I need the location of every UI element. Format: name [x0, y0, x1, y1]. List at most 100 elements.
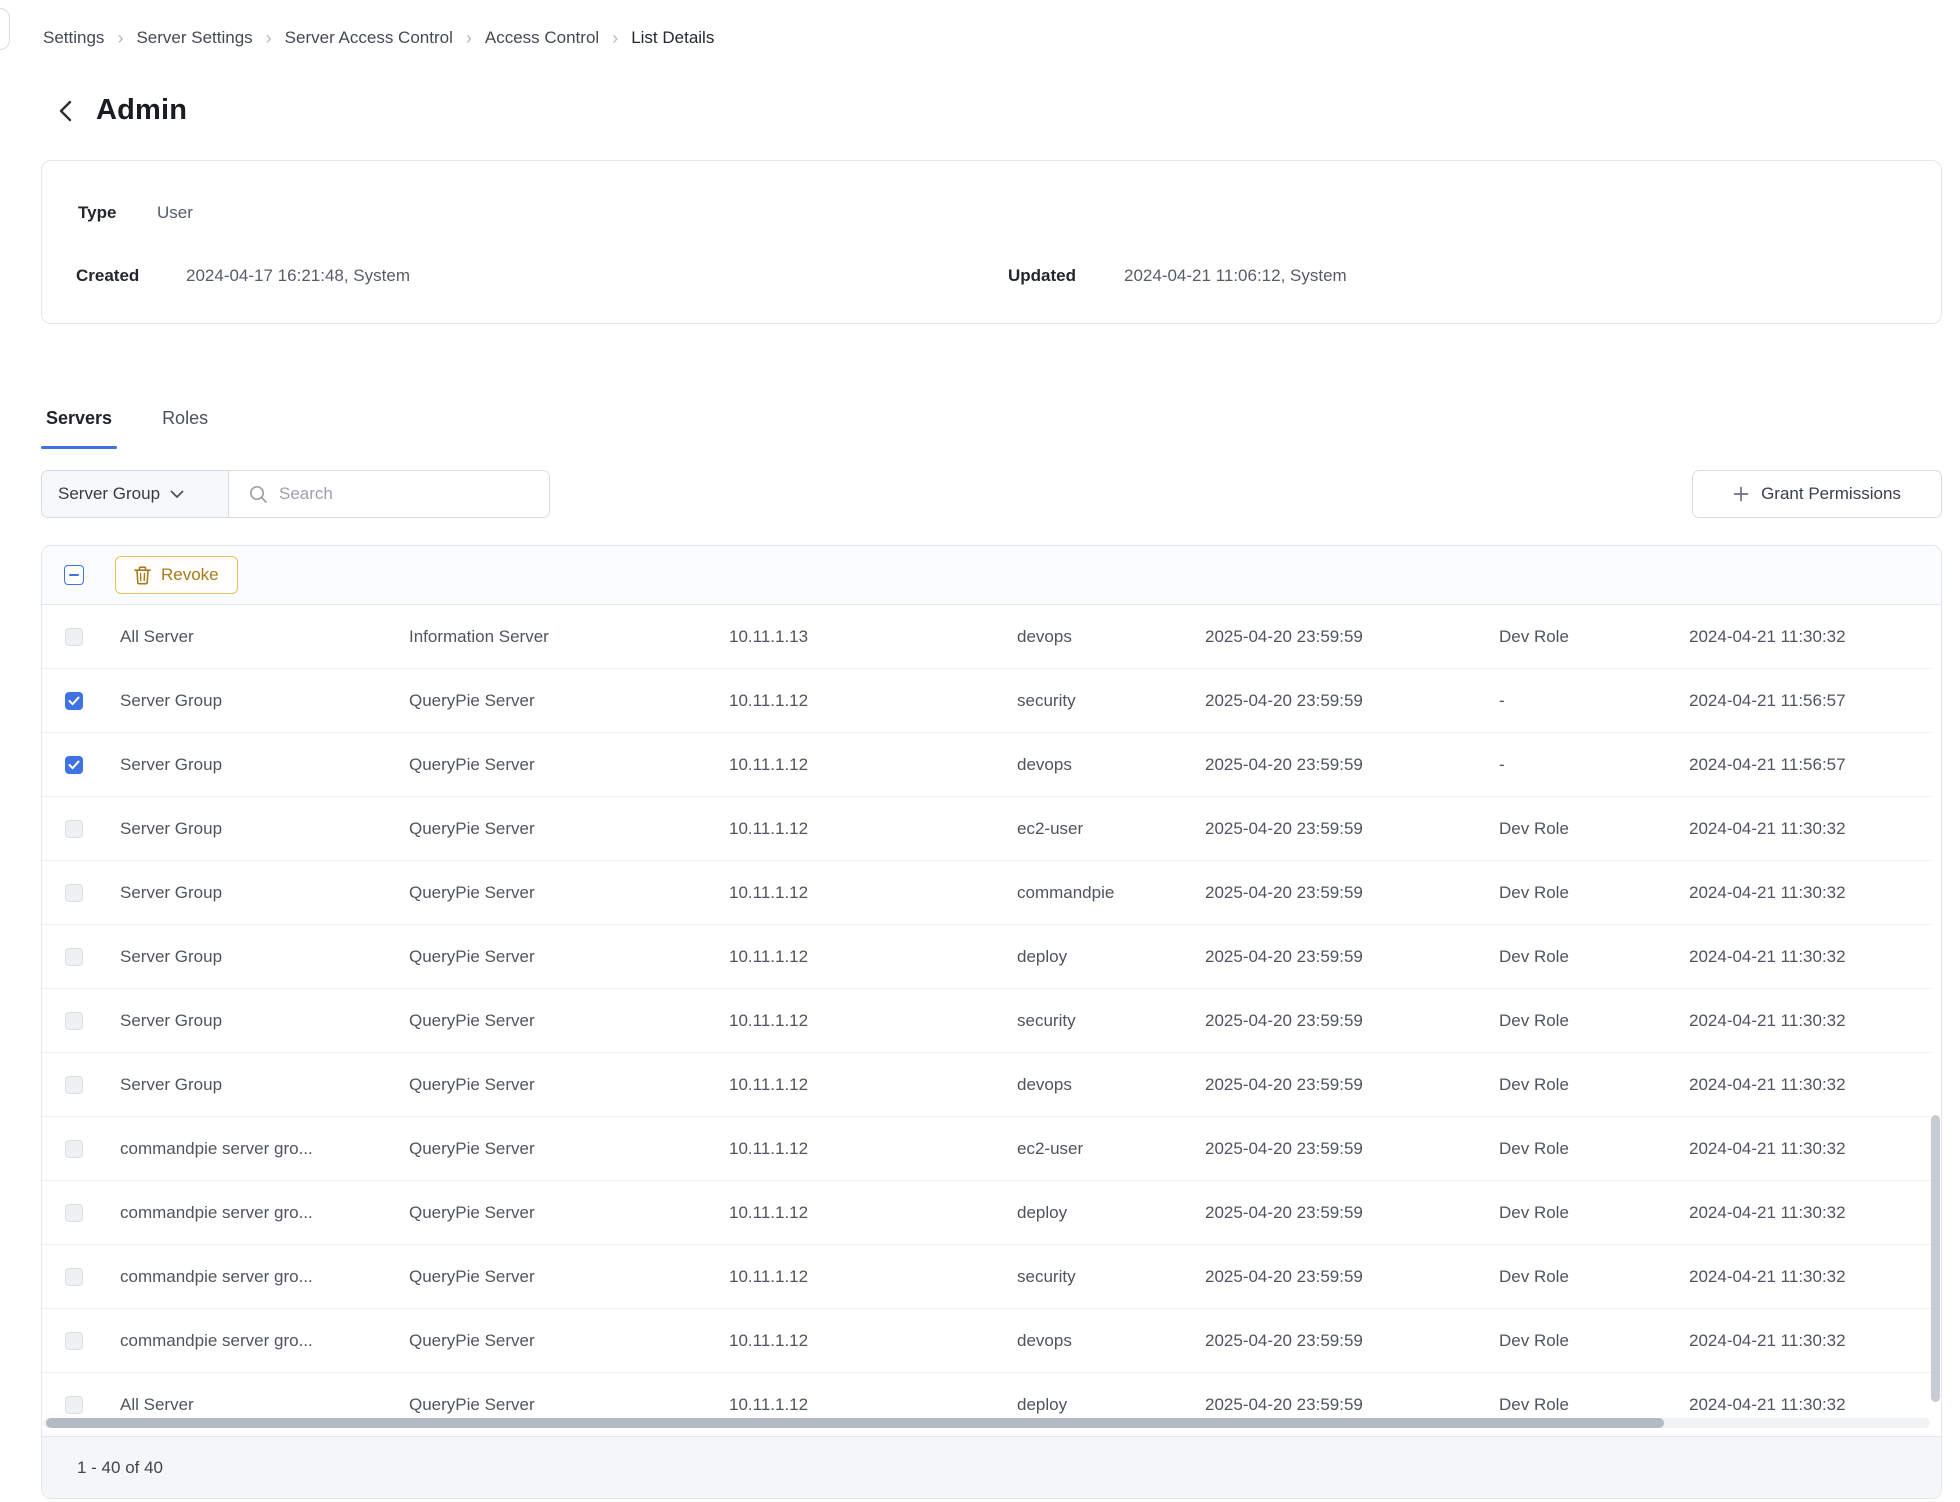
cell-granted-date: 2024-04-21 11:30:32 [1677, 883, 1920, 903]
cell-granted-date: 2024-04-21 11:30:32 [1677, 1139, 1920, 1159]
select-all-checkbox[interactable] [64, 565, 84, 585]
cell-account-user: ec2-user [1005, 1139, 1193, 1159]
table-row[interactable]: Server Group QueryPie Server 10.11.1.12 … [42, 669, 1931, 733]
back-button[interactable] [52, 98, 78, 124]
table-row[interactable]: Server Group QueryPie Server 10.11.1.12 … [42, 989, 1931, 1053]
drawer-edge-tab[interactable] [0, 8, 10, 50]
cell-account-user: devops [1005, 627, 1193, 647]
table-row[interactable]: Server Group QueryPie Server 10.11.1.12 … [42, 861, 1931, 925]
cell-granted-date: 2024-04-21 11:30:32 [1677, 1267, 1920, 1287]
cell-server-name: QueryPie Server [397, 1395, 717, 1415]
horizontal-scrollbar-thumb[interactable] [46, 1418, 1664, 1428]
search-input[interactable] [279, 484, 535, 504]
breadcrumb-separator-icon: › [466, 29, 472, 47]
cell-ip-address: 10.11.1.12 [717, 1395, 1005, 1415]
tab-servers[interactable]: Servers [41, 404, 117, 449]
breadcrumb-item-server-access-control[interactable]: Server Access Control [285, 28, 453, 48]
cell-server-name: QueryPie Server [397, 1203, 717, 1223]
row-checkbox[interactable] [65, 1076, 83, 1094]
cell-ip-address: 10.11.1.12 [717, 1331, 1005, 1351]
row-checkbox[interactable] [65, 1012, 83, 1030]
row-checkbox[interactable] [65, 884, 83, 902]
cell-server-name: QueryPie Server [397, 1011, 717, 1031]
breadcrumb-item-list-details: List Details [631, 28, 714, 48]
row-checkbox[interactable] [65, 756, 83, 774]
revoke-button[interactable]: Revoke [115, 556, 238, 594]
revoke-label: Revoke [161, 565, 219, 585]
table-row[interactable]: Server Group QueryPie Server 10.11.1.12 … [42, 1053, 1931, 1117]
cell-group-name: commandpie server gro... [106, 1267, 397, 1287]
table-row[interactable]: Server Group QueryPie Server 10.11.1.12 … [42, 925, 1931, 989]
horizontal-scrollbar-track[interactable] [43, 1418, 1930, 1428]
cell-role: Dev Role [1487, 627, 1677, 647]
row-checkbox[interactable] [65, 692, 83, 710]
row-checkbox[interactable] [65, 1204, 83, 1222]
cell-granted-date: 2024-04-21 11:56:57 [1677, 755, 1920, 775]
row-checkbox[interactable] [65, 1140, 83, 1158]
tab-roles-label: Roles [162, 408, 208, 428]
cell-account-user: security [1005, 691, 1193, 711]
cell-granted-date: 2024-04-21 11:30:32 [1677, 1395, 1920, 1415]
cell-ip-address: 10.11.1.12 [717, 755, 1005, 775]
cell-server-name: QueryPie Server [397, 755, 717, 775]
cell-role: Dev Role [1487, 947, 1677, 967]
cell-ip-address: 10.11.1.12 [717, 947, 1005, 967]
updated-label: Updated [1008, 266, 1076, 286]
search-box [229, 471, 549, 517]
cell-account-user: deploy [1005, 1203, 1193, 1223]
updated-value: 2024-04-21 11:06:12, System [1124, 266, 1347, 286]
cell-expiry-date: 2025-04-20 23:59:59 [1193, 1075, 1487, 1095]
cell-server-name: QueryPie Server [397, 1139, 717, 1159]
cell-role: - [1487, 755, 1677, 775]
row-checkbox[interactable] [65, 1332, 83, 1350]
permissions-table: Revoke All Server Information Server 10.… [41, 545, 1942, 1499]
breadcrumb-separator-icon: › [266, 29, 272, 47]
search-icon [249, 485, 268, 504]
page-title: Admin [96, 94, 187, 127]
plus-icon [1733, 486, 1749, 502]
summary-card: Type User Created 2024-04-17 16:21:48, S… [41, 160, 1942, 324]
table-row[interactable]: commandpie server gro... QueryPie Server… [42, 1245, 1931, 1309]
chevron-left-icon [58, 99, 73, 123]
cell-account-user: ec2-user [1005, 819, 1193, 839]
table-row[interactable]: Server Group QueryPie Server 10.11.1.12 … [42, 733, 1931, 797]
table-row[interactable]: All Server Information Server 10.11.1.13… [42, 605, 1931, 669]
breadcrumb-separator-icon: › [117, 29, 123, 47]
cell-granted-date: 2024-04-21 11:30:32 [1677, 947, 1920, 967]
vertical-scrollbar-thumb[interactable] [1931, 1115, 1940, 1402]
cell-role: Dev Role [1487, 1395, 1677, 1415]
breadcrumb-item-access-control[interactable]: Access Control [485, 28, 599, 48]
cell-expiry-date: 2025-04-20 23:59:59 [1193, 819, 1487, 839]
title-row: Admin [52, 94, 187, 127]
table-row[interactable]: Server Group QueryPie Server 10.11.1.12 … [42, 797, 1931, 861]
created-label: Created [76, 266, 139, 286]
row-checkbox[interactable] [65, 1268, 83, 1286]
tab-roles[interactable]: Roles [157, 404, 213, 449]
row-checkbox[interactable] [65, 1396, 83, 1414]
breadcrumb-item-settings[interactable]: Settings [43, 28, 104, 48]
cell-ip-address: 10.11.1.12 [717, 883, 1005, 903]
list-details-page: Settings › Server Settings › Server Acce… [0, 0, 1960, 1502]
indeterminate-dash-icon [69, 574, 79, 577]
chevron-down-icon [170, 490, 184, 499]
row-checkbox[interactable] [65, 628, 83, 646]
row-checkbox[interactable] [65, 948, 83, 966]
cell-account-user: devops [1005, 1075, 1193, 1095]
cell-expiry-date: 2025-04-20 23:59:59 [1193, 1139, 1487, 1159]
cell-granted-date: 2024-04-21 11:30:32 [1677, 627, 1920, 647]
cell-group-name: Server Group [106, 1075, 397, 1095]
filter-group: Server Group [41, 470, 550, 518]
cell-granted-date: 2024-04-21 11:30:32 [1677, 1011, 1920, 1031]
grant-permissions-button[interactable]: Grant Permissions [1692, 470, 1942, 518]
cell-account-user: commandpie [1005, 883, 1193, 903]
type-label: Type [78, 203, 116, 223]
table-row[interactable]: commandpie server gro... QueryPie Server… [42, 1117, 1931, 1181]
cell-server-name: QueryPie Server [397, 691, 717, 711]
table-row[interactable]: commandpie server gro... QueryPie Server… [42, 1181, 1931, 1245]
breadcrumb-item-server-settings[interactable]: Server Settings [136, 28, 252, 48]
cell-ip-address: 10.11.1.12 [717, 819, 1005, 839]
server-group-dropdown[interactable]: Server Group [42, 471, 229, 517]
table-row[interactable]: commandpie server gro... QueryPie Server… [42, 1309, 1931, 1373]
row-checkbox[interactable] [65, 820, 83, 838]
cell-role: Dev Role [1487, 1011, 1677, 1031]
